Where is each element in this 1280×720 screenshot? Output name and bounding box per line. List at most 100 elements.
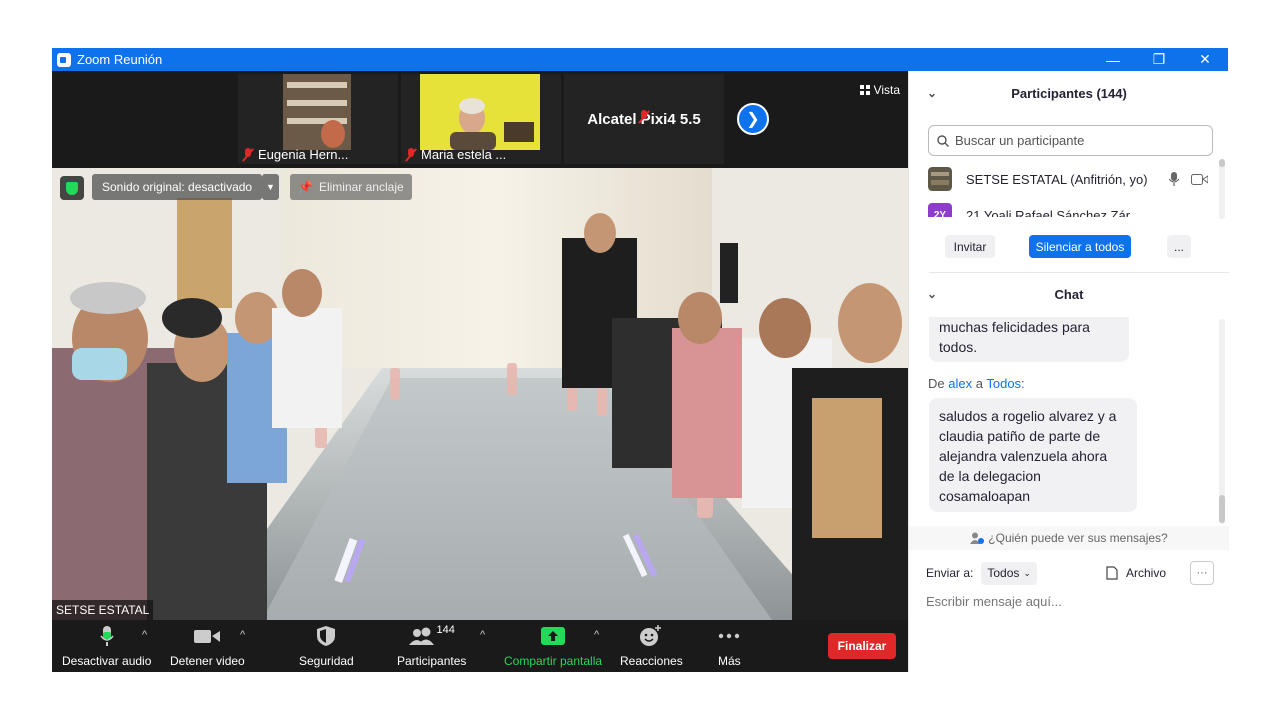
- microphone-icon[interactable]: [1169, 172, 1179, 186]
- share-screen-button[interactable]: Compartir pantalla: [504, 624, 602, 668]
- pin-icon: 📌: [298, 180, 313, 194]
- participant-row[interactable]: 2Y 21 Yoali Rafael Sánchez Zár...: [928, 201, 1208, 217]
- meeting-toolbar: Desactivar audio ^ Detener video ^ Segur…: [52, 620, 908, 672]
- view-button[interactable]: Vista: [859, 83, 900, 97]
- main-speaker-video: Sonido original: desactivado ▼ 📌 Elimina…: [52, 168, 908, 620]
- participant-search-box[interactable]: [928, 125, 1213, 156]
- reactions-label: Reacciones: [620, 654, 683, 668]
- recipient-name[interactable]: Todos:: [986, 376, 1024, 391]
- avatar: [928, 167, 952, 191]
- recipient-dropdown[interactable]: Todos ⌄: [981, 561, 1037, 585]
- stop-video-label: Detener video: [170, 654, 245, 668]
- mic-muted-icon: [242, 147, 254, 162]
- more-label: Más: [718, 654, 741, 668]
- participant-thumbnail[interactable]: Maria estela ...: [401, 74, 561, 164]
- file-button[interactable]: Archivo: [1106, 566, 1166, 580]
- participant-list-scrollbar[interactable]: [1219, 159, 1225, 219]
- more-dots-icon: ···: [1196, 567, 1208, 579]
- participants-button[interactable]: 144 Participantes: [397, 624, 466, 668]
- mute-audio-button[interactable]: Desactivar audio: [62, 624, 151, 668]
- participants-title: Participantes (144): [1011, 85, 1127, 101]
- participant-video-image: [420, 74, 540, 150]
- participant-name: 21 Yoali Rafael Sánchez Zár...: [966, 207, 1141, 218]
- participant-video-image: [283, 74, 351, 150]
- speaker-name-label: SETSE ESTATAL: [52, 600, 154, 620]
- next-page-button[interactable]: ❯: [737, 103, 769, 135]
- participant-name: SETSE ESTATAL (Anfitrión, yo): [966, 171, 1148, 187]
- participant-row[interactable]: SETSE ESTATAL (Anfitrión, yo): [928, 165, 1208, 193]
- participants-options-caret[interactable]: ^: [480, 629, 485, 641]
- send-to-label: Enviar a:: [926, 566, 974, 580]
- participant-name: Eugenia Hern...: [258, 147, 349, 162]
- mic-muted-icon: [638, 110, 650, 124]
- minimize-button[interactable]: —: [1090, 48, 1136, 71]
- participant-search-input[interactable]: [955, 133, 1195, 148]
- view-label: Vista: [873, 83, 900, 97]
- file-icon: [1106, 566, 1118, 580]
- chat-more-button[interactable]: ···: [1190, 561, 1214, 585]
- reactions-button[interactable]: Reacciones: [620, 624, 683, 668]
- audio-options-caret[interactable]: ^: [142, 629, 147, 641]
- participant-thumbnail[interactable]: Eugenia Hern...: [238, 74, 398, 164]
- more-button[interactable]: Más: [718, 624, 741, 668]
- sender-name[interactable]: alex: [948, 376, 972, 391]
- chat-message-input[interactable]: [926, 594, 1216, 609]
- end-meeting-button[interactable]: Finalizar: [828, 633, 896, 659]
- side-panel: ⌄ Participantes (144) SETSE ESTATAL (Anf…: [908, 71, 1229, 672]
- video-camera-icon[interactable]: [1191, 173, 1208, 185]
- thumbnail-strip: Eugenia Hern... Maria estela ... Alcatel…: [52, 71, 908, 166]
- security-label: Seguridad: [299, 654, 354, 668]
- meeting-room-image: [52, 168, 908, 620]
- video-camera-icon: [194, 630, 221, 643]
- chat-header: ⌄ Chat: [909, 272, 1229, 316]
- smiley-plus-icon: [640, 625, 662, 646]
- participant-list-clip: 2Y 21 Yoali Rafael Sánchez Zár...: [909, 201, 1219, 217]
- collapse-chevron-icon[interactable]: ⌄: [927, 287, 937, 301]
- participant-name: Maria estela ...: [421, 147, 507, 162]
- shield-icon: [317, 626, 336, 646]
- chat-message-sender: De alex a Todos:: [928, 376, 1025, 391]
- close-button[interactable]: ✕: [1182, 48, 1228, 71]
- invite-button[interactable]: Invitar: [945, 235, 995, 258]
- avatar: 2Y: [928, 203, 952, 217]
- more-dots-icon: [719, 633, 740, 639]
- chat-send-row: Enviar a: Todos ⌄ Archivo ···: [926, 561, 1226, 585]
- unpin-button[interactable]: 📌 Eliminar anclaje: [290, 174, 412, 200]
- chevron-right-icon: ❯: [746, 111, 760, 128]
- window-title: Zoom Reunión: [77, 52, 163, 67]
- video-area: Eugenia Hern... Maria estela ... Alcatel…: [52, 71, 908, 620]
- participant-tile-device[interactable]: Alcatel Pixi4 5.5: [564, 74, 724, 164]
- mic-muted-icon: [405, 147, 417, 162]
- microphone-icon: [100, 626, 114, 646]
- participants-more-button[interactable]: ...: [1167, 235, 1191, 258]
- video-options-caret[interactable]: ^: [240, 629, 245, 641]
- chat-message: saludos a rogelio alvarez y a claudia pa…: [929, 398, 1137, 512]
- mute-audio-label: Desactivar audio: [62, 654, 152, 668]
- restore-button[interactable]: ❐: [1136, 48, 1182, 71]
- share-screen-label: Compartir pantalla: [504, 654, 603, 668]
- mute-all-button[interactable]: Silenciar a todos: [1029, 235, 1131, 258]
- title-bar: Zoom Reunión — ❐ ✕: [52, 48, 1228, 71]
- original-sound-dropdown[interactable]: ▼: [262, 174, 279, 200]
- collapse-chevron-icon[interactable]: ⌄: [927, 86, 937, 100]
- grid-icon: [859, 85, 870, 95]
- participants-count-badge: 144: [436, 624, 455, 636]
- security-button[interactable]: Seguridad: [299, 624, 354, 668]
- participants-icon: [408, 627, 434, 645]
- search-icon: [937, 134, 949, 147]
- original-sound-button[interactable]: Sonido original: desactivado: [92, 174, 263, 200]
- participants-label: Participantes: [397, 654, 467, 668]
- who-can-see-messages[interactable]: ¿Quién puede ver sus mensajes?: [909, 526, 1229, 550]
- window-controls: — ❐ ✕: [1090, 48, 1228, 71]
- chevron-down-icon: ⌄: [1023, 567, 1031, 578]
- caret-down-icon: ▼: [266, 182, 275, 192]
- unpin-label: Eliminar anclaje: [318, 180, 404, 194]
- participants-header: ⌄ Participantes (144): [909, 71, 1229, 115]
- stop-video-button[interactable]: Detener video: [170, 624, 245, 668]
- chat-scrollbar[interactable]: [1219, 319, 1225, 524]
- share-screen-icon: [541, 627, 566, 645]
- zoom-logo-icon: [57, 52, 71, 67]
- person-icon: [970, 532, 985, 544]
- security-shield-icon[interactable]: [60, 176, 84, 200]
- share-options-caret[interactable]: ^: [594, 629, 599, 641]
